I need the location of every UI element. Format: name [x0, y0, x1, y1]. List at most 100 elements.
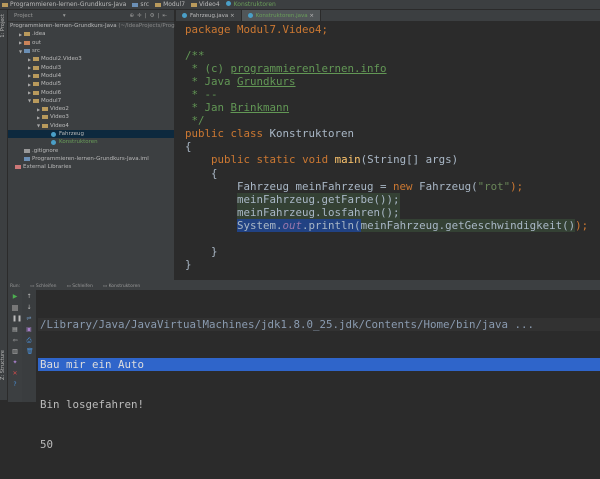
- params: (String[] args): [360, 153, 459, 167]
- code-line: Fahrzeug meinFahrzeug = new Fahrzeug("ro…: [185, 180, 588, 193]
- folder-icon: [42, 123, 48, 128]
- expand-arrow-icon[interactable]: ▶: [26, 82, 33, 87]
- scroll-down-icon[interactable]: ↓: [26, 305, 32, 311]
- expand-arrow-icon[interactable]: ▶: [26, 73, 33, 78]
- folder-icon: [33, 90, 39, 95]
- project-tool-button[interactable]: 1: Project: [0, 14, 8, 38]
- folder-icon: [42, 107, 48, 112]
- rerun-icon[interactable]: ▶: [12, 294, 18, 300]
- project-panel: Project ▾ ⊕✛|⚙|⇤ Programmieren-lernen-Gru…: [8, 10, 175, 280]
- tree-label: .gitignore: [32, 147, 59, 154]
- expand-arrow-icon[interactable]: ▶: [17, 40, 24, 45]
- close-icon[interactable]: ×: [230, 13, 235, 19]
- expand-arrow-icon[interactable]: ▼: [17, 49, 24, 54]
- tree-root[interactable]: Programmieren-lernen-Grundkurs-Java (~/I…: [8, 22, 175, 30]
- tree-item[interactable]: ▶ Modul3: [8, 63, 174, 71]
- tree-item[interactable]: ▶ Modul6: [8, 88, 174, 96]
- breadcrumb-item[interactable]: Programmieren-lernen-Grundkurs-Java: [2, 1, 126, 8]
- tab-konstruktoren[interactable]: Konstruktoren.java ×: [241, 10, 321, 21]
- breadcrumb-item[interactable]: src: [132, 1, 149, 8]
- static-field: out: [282, 218, 303, 232]
- run-tab[interactable]: ▭ Konstruktoren: [103, 284, 140, 289]
- scroll-end-icon[interactable]: ▣: [26, 327, 32, 333]
- exit-icon[interactable]: ⇦: [12, 338, 18, 344]
- tab-label: Fahrzeug.java: [190, 12, 229, 19]
- tree-item[interactable]: ▶ Video2: [8, 105, 174, 113]
- close-icon[interactable]: ×: [309, 13, 314, 19]
- file-icon: [24, 148, 30, 153]
- breadcrumb-item[interactable]: Modul7: [155, 1, 185, 8]
- editor[interactable]: Fahrzeug.java × Konstruktoren.java × pac…: [176, 10, 600, 280]
- statement: meinFahrzeug.losfahren();: [237, 205, 400, 219]
- tree-label: .idea: [32, 31, 46, 38]
- pause-icon[interactable]: ❚❚: [12, 316, 22, 322]
- tree-item[interactable]: ▶ out: [8, 39, 174, 47]
- tree-item[interactable]: ▼ Video4: [8, 122, 174, 130]
- folder-icon: [33, 57, 39, 62]
- code-area[interactable]: package Modul7.Video4; /** * (c) program…: [185, 23, 588, 271]
- tree-item[interactable]: ▼ Modul7: [8, 97, 174, 105]
- layout-icon[interactable]: ▥: [12, 349, 18, 355]
- run-tab[interactable]: ▭ Schleifen: [67, 284, 93, 289]
- tree-item[interactable]: ▶ .idea: [8, 30, 174, 38]
- tree-label: Konstruktoren: [59, 139, 98, 146]
- code-line: public class Konstruktoren: [185, 127, 588, 140]
- punct: );: [575, 218, 589, 232]
- folder-icon: [33, 73, 39, 78]
- statement: meinFahrzeug.getFarbe());: [237, 192, 400, 206]
- tree-label: External Libraries: [23, 164, 72, 171]
- expand-arrow-icon[interactable]: ▶: [26, 57, 33, 62]
- folder-icon: [33, 65, 39, 70]
- tree-item[interactable]: .gitignore: [8, 146, 174, 154]
- trash-icon[interactable]: 🗑: [26, 349, 34, 355]
- tab-fahrzeug[interactable]: Fahrzeug.java ×: [176, 10, 242, 21]
- console-output[interactable]: /Library/Java/JavaVirtualMachines/jdk1.8…: [38, 291, 600, 479]
- tree-item[interactable]: Programmieren-lernen-Grundkurs-Java.iml: [8, 155, 174, 163]
- scroll-up-icon[interactable]: ↑: [26, 294, 32, 300]
- breadcrumb: Programmieren-lernen-Grundkurs-Java src …: [0, 0, 600, 10]
- stop-icon[interactable]: [12, 305, 18, 311]
- breadcrumb-label: Video4: [199, 1, 220, 8]
- chevron-down-icon[interactable]: ▾: [63, 13, 66, 19]
- keyword: static: [256, 153, 296, 167]
- tree-label: out: [32, 39, 42, 46]
- breadcrumb-label: Konstruktoren: [233, 1, 276, 8]
- tree-item[interactable]: ▶ Modul5: [8, 80, 174, 88]
- soft-wrap-icon[interactable]: ⇌: [26, 316, 32, 322]
- tree-item[interactable]: ▶ Modul2.Video3: [8, 55, 174, 63]
- expand-arrow-icon[interactable]: ▶: [17, 32, 24, 37]
- tree-label: Modul5: [41, 81, 62, 88]
- keyword: new: [393, 179, 413, 193]
- panel-tools[interactable]: ⊕✛|⚙|⇤: [130, 13, 170, 19]
- project-view-selector[interactable]: Project: [14, 13, 33, 19]
- breadcrumb-item[interactable]: Konstruktoren: [225, 1, 276, 8]
- expand-arrow-icon[interactable]: ▼: [35, 123, 42, 128]
- code-line: System.out.println(meinFahrzeug.getGesch…: [185, 218, 589, 232]
- close-icon[interactable]: ✕: [12, 371, 18, 377]
- method-name: main: [334, 153, 361, 167]
- tree-item[interactable]: Fahrzeug: [8, 129, 174, 139]
- expand-arrow-icon[interactable]: ▶: [35, 107, 42, 112]
- pin-icon[interactable]: ✦: [12, 360, 18, 366]
- expand-arrow-icon[interactable]: ▼: [26, 98, 33, 103]
- dump-icon[interactable]: ▤: [12, 327, 18, 333]
- expand-arrow-icon[interactable]: ▶: [35, 115, 42, 120]
- structure-tool-button[interactable]: Z: Structure: [0, 350, 8, 380]
- run-tab[interactable]: ▭ Schleifen: [30, 284, 56, 289]
- tree-item[interactable]: ▶ Video3: [8, 113, 174, 121]
- print-icon[interactable]: ⎙: [26, 338, 32, 344]
- tree-item[interactable]: External Libraries: [8, 163, 174, 171]
- tab-label: Konstruktoren.java: [255, 12, 308, 19]
- string-literal: "rot": [477, 179, 511, 193]
- run-tab-label: Schleifen: [72, 283, 93, 289]
- folder-icon: [42, 115, 48, 120]
- tree-item[interactable]: ▶ Modul4: [8, 72, 174, 80]
- expand-arrow-icon[interactable]: ▶: [26, 65, 33, 70]
- tree-label: Video3: [50, 114, 69, 121]
- tree-item[interactable]: Konstruktoren: [8, 138, 174, 146]
- operator: =: [373, 179, 394, 193]
- help-icon[interactable]: ?: [12, 382, 18, 388]
- expand-arrow-icon[interactable]: ▶: [26, 90, 33, 95]
- breadcrumb-item[interactable]: Video4: [191, 1, 220, 8]
- tree-item[interactable]: ▼ src: [8, 47, 174, 55]
